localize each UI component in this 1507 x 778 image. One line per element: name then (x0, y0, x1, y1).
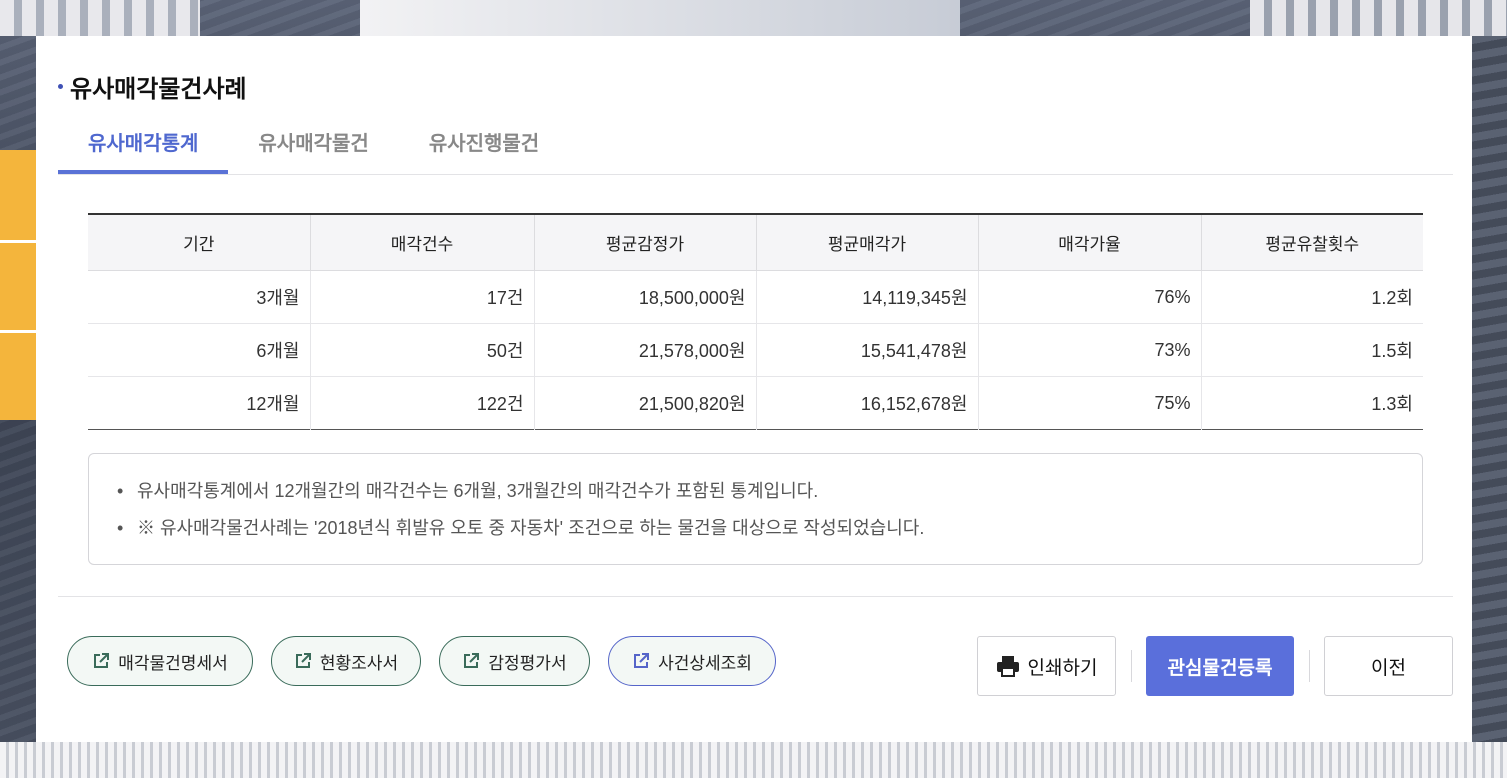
sale-item-statement-label: 매각물건명세서 (118, 653, 228, 673)
sales-stats-table: 기간 매각건수 평균감정가 평균매각가 매각가율 평균유찰횟수 3개월 17건 … (88, 213, 1423, 430)
previous-button[interactable]: 이전 (1324, 636, 1453, 696)
col-header-avg-failed-bids: 평균유찰횟수 (1201, 214, 1423, 271)
col-header-avg-appraisal: 평균감정가 (534, 214, 757, 271)
col-header-sale-ratio: 매각가율 (978, 214, 1202, 271)
col-header-period: 기간 (88, 214, 311, 271)
button-separator (1131, 650, 1132, 682)
cell-sale-count: 17건 (310, 270, 535, 324)
roof-beam-left (0, 0, 200, 36)
note-item: 유사매각통계에서 12개월간의 매각건수는 6개월, 3개월간의 매각건수가 포… (117, 478, 1422, 515)
external-link-icon (94, 653, 110, 668)
cell-avg-appraisal: 21,578,000원 (534, 323, 757, 377)
title-bullet-icon (58, 84, 63, 89)
cell-avg-appraisal: 21,500,820원 (534, 376, 757, 430)
cell-avg-sale-price: 14,119,345원 (756, 270, 979, 324)
external-link-icon (634, 653, 650, 668)
similar-sales-modal: 유사매각물건사례 유사매각통계 유사매각물건 유사진행물건 기간 매각건수 평균… (36, 36, 1472, 742)
col-header-avg-sale-price: 평균매각가 (756, 214, 979, 271)
external-link-icon (295, 653, 311, 668)
note-item: ※ 유사매각물건사례는 '2018년식 휘발유 오토 중 자동차' 조건으로 하… (117, 515, 1422, 552)
appraisal-report-button[interactable]: 감정평가서 (439, 636, 590, 686)
print-button[interactable]: 인쇄하기 (977, 636, 1116, 696)
case-detail-label: 사건상세조회 (658, 653, 752, 673)
col-header-sale-count: 매각건수 (310, 214, 535, 271)
house-trim (0, 742, 1507, 778)
siding-panel (1472, 36, 1507, 742)
table-row: 6개월 50건 21,578,000원 15,541,478원 73% 1.5회 (88, 323, 1423, 377)
cell-sale-ratio: 76% (978, 270, 1202, 324)
cell-avg-failed-bids: 1.2회 (1201, 270, 1423, 324)
section-title: 유사매각물건사례 (58, 69, 247, 104)
tab-similar-ongoing-items[interactable]: 유사진행물건 (399, 124, 569, 172)
tab-similar-sold-items[interactable]: 유사매각물건 (228, 124, 398, 172)
status-report-button[interactable]: 현황조사서 (271, 636, 421, 686)
cell-avg-failed-bids: 1.3회 (1371, 394, 1413, 414)
table-header-row: 기간 매각건수 평균감정가 평균매각가 매각가율 평균유찰횟수 (88, 214, 1423, 271)
case-detail-button[interactable]: 사건상세조회 (608, 636, 776, 686)
roof-beam-center (360, 0, 960, 36)
cell-sale-ratio: 73% (978, 323, 1202, 377)
tab-similar-sales-stats[interactable]: 유사매각통계 (58, 124, 229, 174)
cell-avg-appraisal: 18,500,000원 (534, 270, 757, 324)
appraisal-report-label: 감정평가서 (488, 653, 567, 673)
roof-beam-right (1250, 0, 1507, 36)
printer-icon (996, 656, 1019, 677)
cell-sale-count: 50건 (310, 323, 535, 377)
table-row: 3개월 17건 18,500,000원 14,119,345원 76% 1.2회 (88, 270, 1423, 324)
cell-avg-sale-price: 15,541,478원 (756, 323, 979, 377)
cell-sale-count: 122건 (310, 376, 535, 430)
tab-bar: 유사매각통계 유사매각물건 유사진행물건 (58, 124, 1453, 175)
cell-period: 6개월 (88, 323, 311, 377)
lit-window (0, 150, 39, 420)
external-link-icon (464, 653, 480, 668)
section-title-text: 유사매각물건사례 (70, 76, 247, 103)
add-favorite-button[interactable]: 관심물건등록 (1146, 636, 1294, 696)
button-separator (1309, 650, 1310, 682)
notes-box: 유사매각통계에서 12개월간의 매각건수는 6개월, 3개월간의 매각건수가 포… (88, 453, 1423, 565)
status-report-label: 현황조사서 (319, 653, 399, 673)
cell-period: 12개월 (88, 376, 311, 430)
footer-divider (58, 596, 1453, 597)
cell-avg-sale-price: 16,152,678원 (756, 376, 979, 430)
cell-sale-ratio: 75% (978, 376, 1202, 430)
print-label: 인쇄하기 (1027, 657, 1098, 679)
cell-period: 3개월 (88, 270, 311, 324)
table-row: 12개월 122건 21,500,820원 16,152,678원 75% 1.… (88, 376, 1423, 430)
sale-item-statement-button[interactable]: 매각물건명세서 (67, 636, 253, 686)
cell-avg-failed-bids: 1.5회 (1201, 323, 1423, 377)
